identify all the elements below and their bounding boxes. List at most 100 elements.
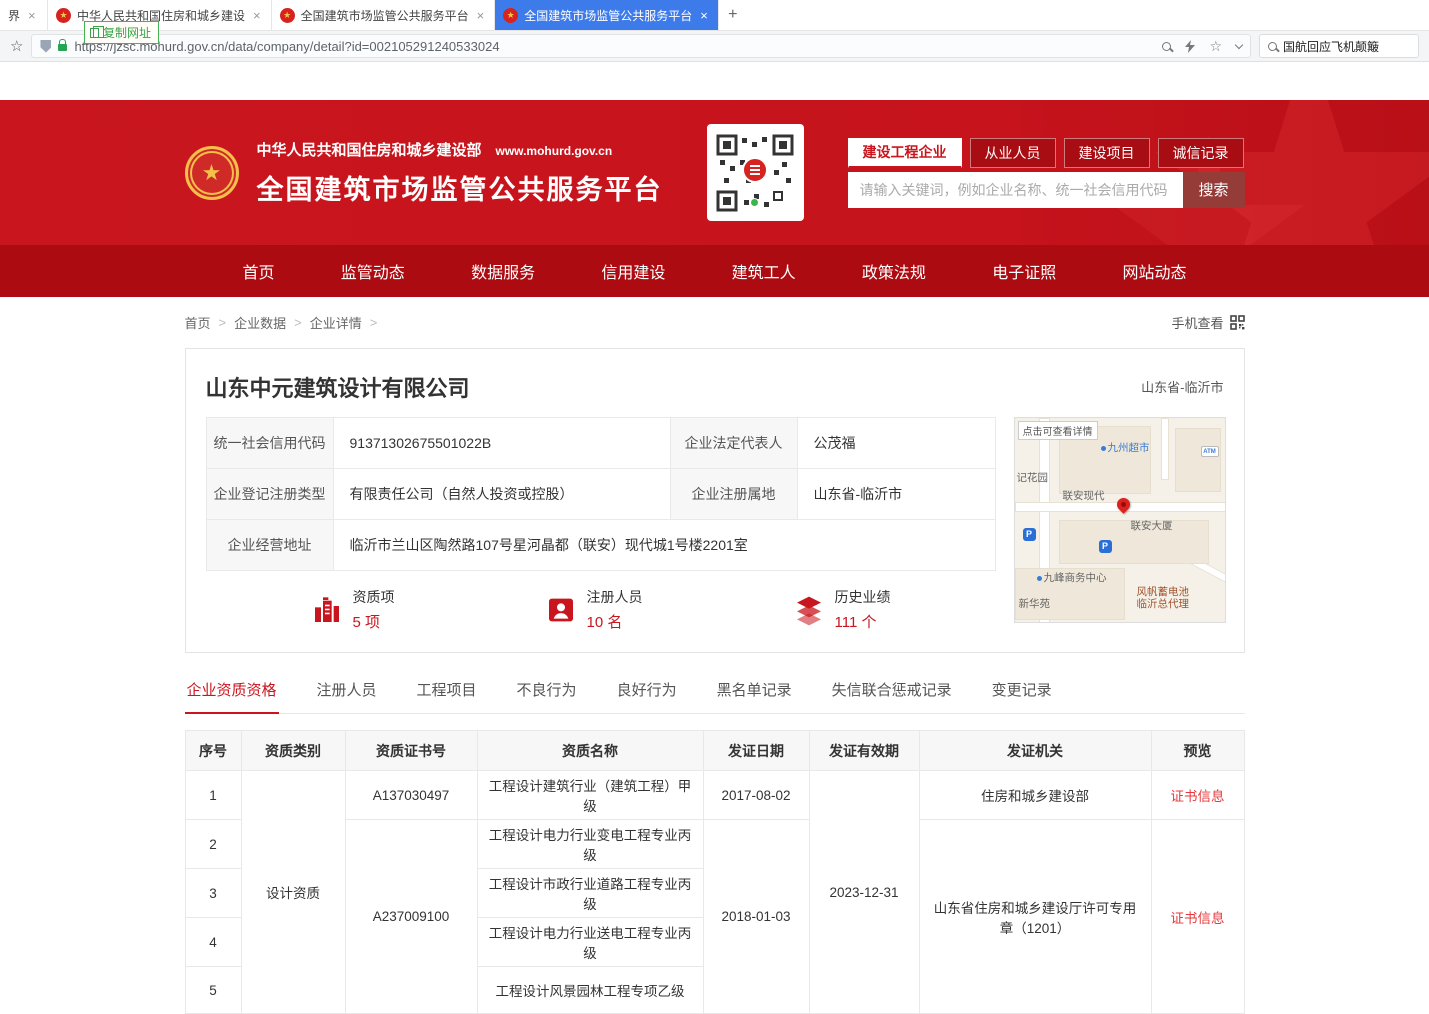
addressbar-actions: ☆ — [1162, 38, 1242, 55]
stat-value: 5 项 — [353, 611, 395, 632]
map-poi: 九峰商务中心 — [1037, 570, 1107, 585]
site-favicon-icon: ★ — [280, 8, 295, 23]
field-label: 企业登记注册类型 — [206, 469, 333, 520]
chevron-down-icon[interactable] — [1235, 40, 1243, 48]
field-label: 企业经营地址 — [206, 520, 333, 571]
flash-icon[interactable] — [1185, 40, 1195, 53]
stat-label: 注册人员 — [587, 587, 643, 607]
tab-registered-personnel[interactable]: 注册人员 — [315, 679, 379, 713]
search-tab-project[interactable]: 建设项目 — [1064, 138, 1150, 168]
url-text[interactable]: https://jzsc.mohurd.gov.cn/data/company/… — [74, 39, 1155, 54]
keyword-search-input[interactable] — [848, 172, 1183, 208]
nav-data-service[interactable]: 数据服务 — [471, 259, 535, 283]
nav-policy[interactable]: 政策法规 — [862, 259, 926, 283]
cell-issue-date: 2018-01-03 — [703, 820, 809, 1014]
tab-projects[interactable]: 工程项目 — [415, 679, 479, 713]
lock-icon — [58, 44, 67, 51]
stat-history-performance[interactable]: 历史业绩 111 个 — [793, 587, 891, 632]
stat-value: 10 名 — [587, 611, 643, 632]
atm-icon: ATM — [1201, 446, 1219, 457]
location-map[interactable]: 点击可查看详情 九州超市 ATM 记花园 联安现代 P 联安大厦 P 九峰商务中… — [1014, 417, 1226, 623]
quick-search-text[interactable]: 国航回应飞机颠簸 — [1283, 38, 1379, 55]
stat-registered-personnel[interactable]: 注册人员 10 名 — [545, 587, 643, 632]
tab-close-icon[interactable]: × — [475, 8, 487, 23]
nav-e-license[interactable]: 电子证照 — [992, 259, 1056, 283]
tab-changes[interactable]: 变更记录 — [990, 679, 1054, 713]
map-poi: 风帆蓄电池 临沂总代理 — [1137, 586, 1190, 610]
cell-no: 3 — [185, 869, 241, 918]
breadcrumb-separator: > — [219, 315, 227, 330]
breadcrumb-company-detail[interactable]: 企业详情 — [310, 313, 362, 332]
copy-url-tooltip[interactable]: 复制网址 — [84, 21, 159, 44]
national-emblem-logo: ★ — [185, 146, 239, 200]
site-brand: 中华人民共和国住房和城乡建设部 www.mohurd.gov.cn 全国建筑市场… — [257, 139, 663, 207]
table-row: 统一社会信用代码 91371302675501022B 企业法定代表人 公茂福 — [206, 418, 995, 469]
stat-qualifications[interactable]: 资质项 5 项 — [311, 587, 395, 632]
site-header: ★ 中华人民共和国住房和城乡建设部 www.mohurd.gov.cn 全国建筑… — [0, 100, 1429, 245]
address-value: 临沂市兰山区陶然路107号星河晶都（联安）现代城1号楼2201室 — [333, 520, 995, 571]
search-tab-credit[interactable]: 诚信记录 — [1158, 138, 1244, 168]
company-info-table: 统一社会信用代码 91371302675501022B 企业法定代表人 公茂福 … — [206, 417, 996, 571]
search-tab-personnel[interactable]: 从业人员 — [970, 138, 1056, 168]
browser-tab-2[interactable]: ★ 中华人民共和国住房和城乡建设 × — [48, 0, 272, 30]
stat-label: 资质项 — [353, 587, 395, 607]
tab-bad-behavior[interactable]: 不良行为 — [515, 679, 579, 713]
nav-home[interactable]: 首页 — [243, 259, 275, 283]
detail-tab-bar: 企业资质资格 注册人员 工程项目 不良行为 良好行为 黑名单记录 失信联合惩戒记… — [185, 679, 1245, 714]
qr-icon — [1230, 315, 1245, 330]
tab-close-icon[interactable]: × — [698, 8, 710, 23]
zoom-icon[interactable] — [1162, 42, 1171, 51]
nav-workers[interactable]: 建筑工人 — [732, 259, 796, 283]
table-header-row: 序号 资质类别 资质证书号 资质名称 发证日期 发证有效期 发证机关 预览 — [185, 731, 1244, 771]
cell-no: 1 — [185, 771, 241, 820]
credit-code-value: 91371302675501022B — [333, 418, 670, 469]
stat-value: 111 个 — [835, 611, 891, 632]
copy-icon — [90, 28, 99, 38]
cell-cert-no: A237009100 — [345, 820, 477, 1014]
tab-close-icon[interactable]: × — [251, 8, 263, 23]
shield-icon[interactable] — [40, 40, 51, 53]
map-poi: 新华苑 — [1019, 596, 1051, 611]
browser-quick-search[interactable]: 国航回应飞机颠簸 — [1259, 34, 1419, 58]
nav-site-news[interactable]: 网站动态 — [1122, 259, 1186, 283]
browser-tab-1[interactable]: 界 × — [0, 0, 48, 30]
map-poi: 九州超市 — [1101, 440, 1150, 455]
browser-chrome: 界 × ★ 中华人民共和国住房和城乡建设 × ★ 全国建筑市场监管公共服务平台 … — [0, 0, 1429, 62]
breadcrumb: 首页 > 企业数据 > 企业详情 > — [185, 313, 378, 332]
tab-good-behavior[interactable]: 良好行为 — [615, 679, 679, 713]
table-row: 企业经营地址 临沂市兰山区陶然路107号星河晶都（联安）现代城1号楼2201室 — [206, 520, 995, 571]
search-button[interactable]: 搜索 — [1183, 172, 1245, 208]
col-header: 预览 — [1151, 731, 1244, 771]
address-bar: ☆ https://jzsc.mohurd.gov.cn/data/compan… — [0, 31, 1429, 62]
search-tab-enterprise[interactable]: 建设工程企业 — [848, 138, 962, 168]
mobile-view-button[interactable]: 手机查看 — [1171, 313, 1244, 332]
cell-issue-date: 2017-08-02 — [703, 771, 809, 820]
breadcrumb-company-data[interactable]: 企业数据 — [234, 313, 286, 332]
cell-validity: 2023-12-31 — [809, 771, 919, 1014]
browser-tab-active[interactable]: ★ 全国建筑市场监管公共服务平台 × — [495, 0, 719, 30]
favorite-star-icon[interactable]: ☆ — [1209, 38, 1222, 55]
breadcrumb-home[interactable]: 首页 — [185, 313, 211, 332]
tab-qualifications[interactable]: 企业资质资格 — [185, 679, 279, 714]
legal-rep-value: 公茂福 — [797, 418, 995, 469]
tab-close-icon[interactable]: × — [26, 8, 38, 23]
nav-supervision[interactable]: 监管动态 — [341, 259, 405, 283]
col-header: 发证机关 — [919, 731, 1151, 771]
copy-url-label: 复制网址 — [103, 24, 151, 41]
map-poi: 联安大厦 — [1131, 518, 1173, 533]
certificate-info-link[interactable]: 证书信息 — [1171, 911, 1225, 926]
nav-credit[interactable]: 信用建设 — [601, 259, 665, 283]
certificate-info-link[interactable]: 证书信息 — [1171, 789, 1225, 804]
tab-title: 全国建筑市场监管公共服务平台 — [524, 7, 692, 24]
tab-dishonesty[interactable]: 失信联合惩戒记录 — [830, 679, 954, 713]
new-tab-button[interactable]: + — [719, 0, 747, 30]
search-icon — [1268, 42, 1277, 51]
site-favicon-icon: ★ — [503, 8, 518, 23]
tab-blacklist[interactable]: 黑名单记录 — [715, 679, 794, 713]
url-field[interactable]: https://jzsc.mohurd.gov.cn/data/company/… — [31, 34, 1251, 58]
col-header: 资质类别 — [241, 731, 345, 771]
ministry-url: www.mohurd.gov.cn — [496, 144, 613, 158]
bookmark-star-icon[interactable]: ☆ — [10, 37, 23, 55]
browser-tab-3[interactable]: ★ 全国建筑市场监管公共服务平台 × — [272, 0, 496, 30]
cell-cert-no: A137030497 — [345, 771, 477, 820]
